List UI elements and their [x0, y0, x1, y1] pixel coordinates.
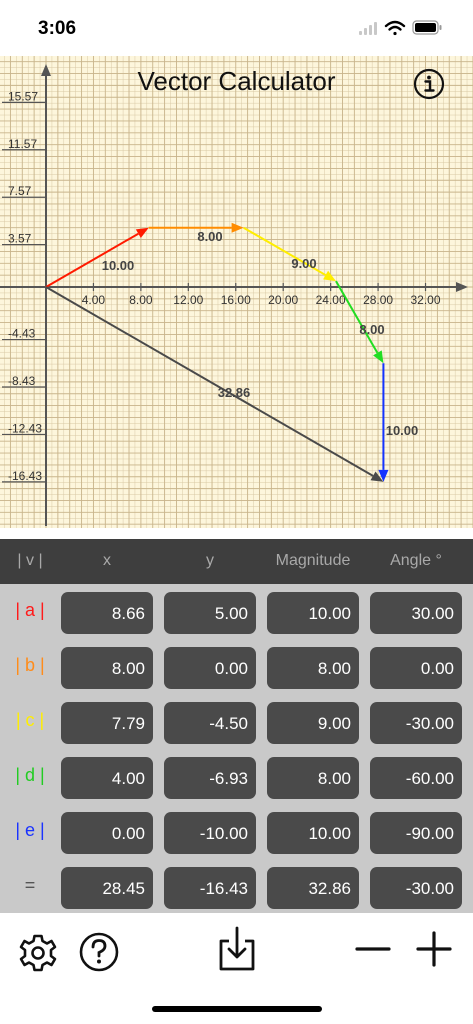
row-label: | b |	[15, 655, 45, 675]
row-label: | e |	[15, 820, 45, 840]
info-icon	[413, 68, 445, 100]
row-label: | a |	[15, 600, 45, 620]
header-vector: | v |	[17, 552, 43, 569]
app-title: Vector Calculator	[137, 66, 336, 96]
x-tick-label: 24.00	[316, 293, 346, 307]
x-field[interactable]: 7.79	[61, 702, 153, 744]
angle-field[interactable]: 0.00	[370, 647, 462, 689]
row-label: | d |	[15, 765, 45, 785]
y-tick-label: -12.43	[8, 421, 42, 435]
status-bar: 3:06	[0, 0, 473, 56]
x-tick-label: 8.00	[129, 293, 153, 307]
vector-magnitude-label: 32.86	[218, 385, 251, 400]
vector-resultant-line	[45, 286, 374, 477]
x-tick-label: 32.00	[411, 293, 441, 307]
vector-table: | v | x y Magnitude Angle ° | a | 8.66 5…	[0, 539, 473, 913]
angle-field[interactable]: 30.00	[370, 592, 462, 634]
vector-graph[interactable]: 15.57 11.57 7.57 3.57 -4.43 -8.43 -12.43 -16.43…	[0, 56, 473, 528]
battery-icon	[412, 20, 442, 35]
vector-magnitude-label: 10.00	[386, 423, 419, 438]
x-field[interactable]: 8.00	[61, 647, 153, 689]
gear-icon	[19, 934, 57, 972]
x-axis-arrow	[456, 282, 468, 292]
table-header: | v | x y Magnitude Angle °	[0, 539, 473, 584]
vector-magnitude-label: 10.00	[102, 258, 135, 273]
help-button[interactable]	[78, 931, 120, 978]
status-icons	[359, 18, 449, 45]
x-tick-label: 20.00	[268, 293, 298, 307]
x-tick-label: 12.00	[173, 293, 203, 307]
magnitude-field[interactable]: 10.00	[267, 812, 359, 854]
y-field[interactable]: -10.00	[164, 812, 256, 854]
export-button[interactable]	[216, 925, 258, 978]
vector-row-d: | d | 4.00 -6.93 8.00 -60.00	[0, 751, 473, 805]
plus-icon	[416, 931, 452, 967]
x-field[interactable]: 8.66	[61, 592, 153, 634]
y-field[interactable]: -16.43	[164, 867, 256, 909]
row-label: | c |	[15, 710, 45, 730]
header-magnitude: Magnitude	[275, 552, 351, 569]
settings-button[interactable]	[16, 931, 60, 980]
angle-field[interactable]: -90.00	[370, 812, 462, 854]
header-y: y	[206, 552, 214, 569]
vector-c-head	[323, 270, 336, 282]
x-field[interactable]: 4.00	[61, 757, 153, 799]
bottom-toolbar	[0, 913, 473, 1024]
magnitude-field[interactable]: 8.00	[267, 757, 359, 799]
magnitude-field[interactable]: 9.00	[267, 702, 359, 744]
home-indicator	[152, 1006, 322, 1012]
x-field[interactable]: 28.45	[61, 867, 153, 909]
x-field[interactable]: 0.00	[61, 812, 153, 854]
y-tick-label: 11.57	[8, 137, 37, 151]
status-time: 3:06	[38, 18, 77, 39]
magnitude-field[interactable]: 8.00	[267, 647, 359, 689]
row-label: =	[24, 875, 36, 895]
signal-icon	[359, 22, 377, 35]
info-button[interactable]	[413, 68, 445, 100]
download-icon	[219, 926, 255, 971]
wifi-icon	[384, 20, 406, 36]
vector-magnitude-label: 9.00	[291, 256, 316, 271]
x-tick-label: 4.00	[82, 293, 106, 307]
vector-row-a: | a | 8.66 5.00 10.00 30.00	[0, 586, 473, 640]
magnitude-field[interactable]: 32.86	[267, 867, 359, 909]
vector-row-b: | b | 8.00 0.00 8.00 0.00	[0, 641, 473, 695]
result-row: = 28.45 -16.43 32.86 -30.00	[0, 861, 473, 915]
magnitude-field[interactable]: 10.00	[267, 592, 359, 634]
angle-field[interactable]: -30.00	[370, 867, 462, 909]
vector-row-e: | e | 0.00 -10.00 10.00 -90.00	[0, 806, 473, 860]
angle-field[interactable]: -60.00	[370, 757, 462, 799]
y-tick-label: -16.43	[8, 469, 42, 483]
vector-row-c: | c | 7.79 -4.50 9.00 -30.00	[0, 696, 473, 750]
remove-vector-button[interactable]	[355, 931, 391, 972]
vector-magnitude-label: 8.00	[197, 229, 222, 244]
y-tick-label: -8.43	[8, 374, 36, 388]
x-tick-label: 16.00	[221, 293, 251, 307]
header-angle: Angle °	[390, 552, 442, 569]
y-field[interactable]: 0.00	[164, 647, 256, 689]
header-x: x	[103, 552, 111, 569]
vector-magnitude-label: 8.00	[359, 322, 384, 337]
y-field[interactable]: -4.50	[164, 702, 256, 744]
add-vector-button[interactable]	[416, 931, 452, 972]
y-field[interactable]: 5.00	[164, 592, 256, 634]
y-tick-label: 7.57	[8, 184, 32, 198]
help-icon	[79, 932, 119, 972]
angle-field[interactable]: -30.00	[370, 702, 462, 744]
minus-icon	[355, 947, 391, 951]
y-tick-label: 3.57	[8, 232, 32, 246]
y-field[interactable]: -6.93	[164, 757, 256, 799]
x-tick-label: 28.00	[363, 293, 393, 307]
y-tick-label: -4.43	[8, 327, 36, 341]
table-body: | a | 8.66 5.00 10.00 30.00 | b | 8.00 0…	[0, 584, 473, 913]
